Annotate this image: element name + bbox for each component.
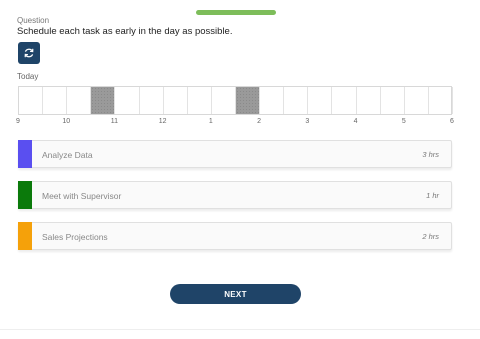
timeline-slot[interactable] xyxy=(164,87,188,114)
schedule-timeline[interactable] xyxy=(18,86,453,115)
hour-label: 3 xyxy=(305,118,310,125)
task-duration: 2 hrs xyxy=(422,232,439,241)
task-name: Analyze Data xyxy=(42,150,93,160)
task-duration: 3 hrs xyxy=(422,150,439,159)
refresh-icon xyxy=(24,48,34,58)
footer-divider xyxy=(0,329,480,330)
task-color-swatch xyxy=(18,222,32,250)
hour-label: 6 xyxy=(450,118,454,125)
task-color-swatch xyxy=(18,181,32,209)
hour-label: 9 xyxy=(16,118,20,125)
hour-label: 10 xyxy=(62,118,71,125)
timeline-slot-blocked[interactable] xyxy=(236,87,261,114)
progress-indicator xyxy=(196,10,276,15)
reset-button[interactable] xyxy=(18,42,40,64)
timeline-slot[interactable] xyxy=(212,87,236,114)
hour-label: 5 xyxy=(401,118,406,125)
hour-label: 11 xyxy=(110,118,119,125)
timeline-slot[interactable] xyxy=(284,87,309,114)
task-card[interactable]: Meet with Supervisor 1 hr xyxy=(18,181,452,209)
timeline-slot[interactable] xyxy=(188,87,212,114)
timeline-slot[interactable] xyxy=(115,87,140,114)
hour-label: 2 xyxy=(257,118,262,125)
question-text: Schedule each task as early in the day a… xyxy=(17,26,233,37)
hour-label: 1 xyxy=(208,118,213,125)
hour-label: 12 xyxy=(158,118,167,125)
task-card[interactable]: Sales Projections 2 hrs xyxy=(18,222,452,250)
timeline-slot[interactable] xyxy=(332,87,357,114)
next-button[interactable]: NEXT xyxy=(170,284,301,304)
timeline-slot[interactable] xyxy=(43,87,68,114)
timeline-slot[interactable] xyxy=(140,87,164,114)
timeline-slot[interactable] xyxy=(19,87,44,114)
question-label: Question xyxy=(17,16,50,25)
task-duration: 1 hr xyxy=(426,191,439,200)
timeline-slot[interactable] xyxy=(357,87,381,114)
task-card[interactable]: Analyze Data 3 hrs xyxy=(18,140,452,168)
task-name: Sales Projections xyxy=(42,232,108,242)
today-label: Today xyxy=(17,72,39,81)
hour-label: 4 xyxy=(353,118,358,125)
task-color-swatch xyxy=(18,140,32,168)
task-name: Meet with Supervisor xyxy=(42,191,122,201)
timeline-slot[interactable] xyxy=(308,87,333,114)
timeline-slot[interactable] xyxy=(381,87,405,114)
timeline-slot-blocked[interactable] xyxy=(91,87,116,114)
timeline-slot[interactable] xyxy=(260,87,285,114)
timeline-slot[interactable] xyxy=(67,87,92,114)
timeline-slot[interactable] xyxy=(405,87,429,114)
timeline-slot[interactable] xyxy=(429,87,453,114)
